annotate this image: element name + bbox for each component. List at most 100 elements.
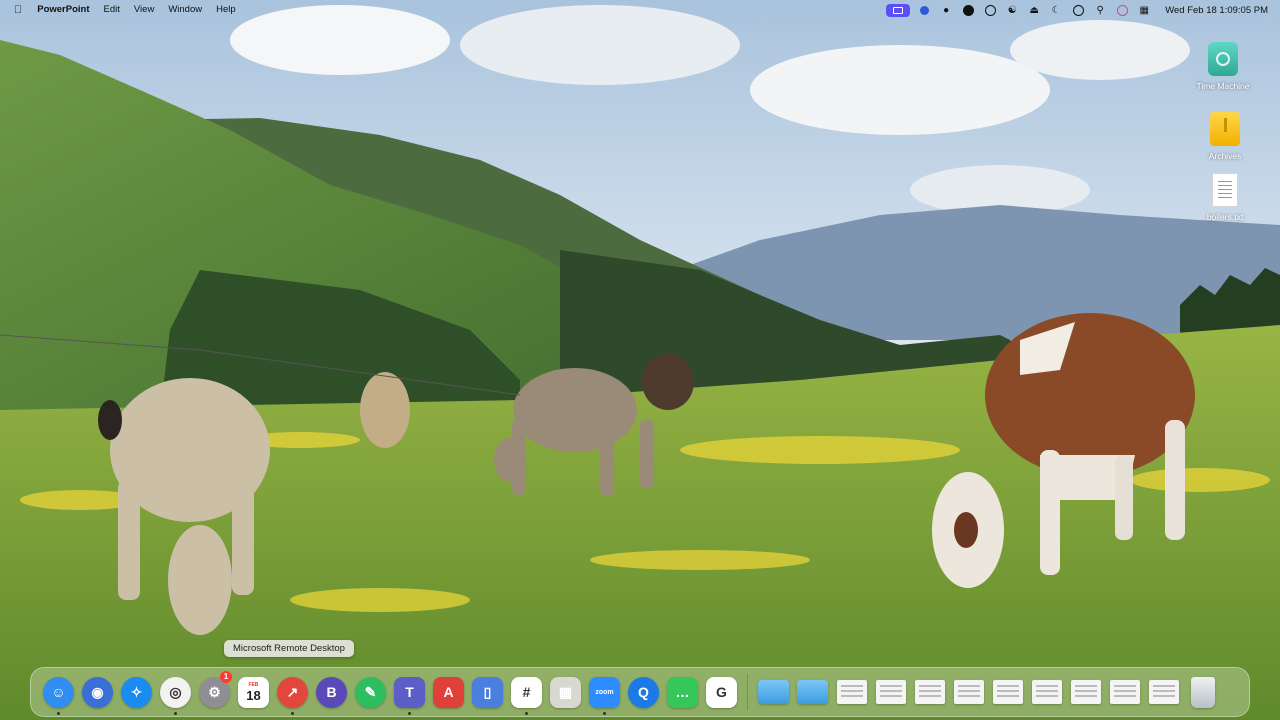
dock-item-document-7[interactable] [1066,670,1105,714]
search-icon[interactable]: ⚲ [1089,0,1111,20]
siri-icon[interactable] [1111,0,1133,20]
dock-item-document-5[interactable] [988,670,1027,714]
dock-item-chrome[interactable]: ◎ [156,670,195,715]
dock-item-document-1[interactable] [832,670,871,714]
quicktime-icon: Q [628,676,659,708]
document-thumb-icon [914,680,945,704]
apple-logo-icon[interactable]:  [12,4,30,16]
desktop-wallpaper [0,0,1280,720]
dock-item-document-2[interactable] [871,670,910,714]
document-thumb-icon [953,680,984,704]
screen-share-icon[interactable] [883,0,913,20]
phone-icon: ▯ [472,676,503,708]
firefox-icon: ◉ [82,676,113,708]
clock-icon[interactable] [979,0,1001,20]
dock-item-zoom[interactable]: zoom [585,670,624,715]
dock-item-document-6[interactable] [1027,670,1066,714]
zoom-icon[interactable] [913,0,935,20]
chrome-icon: ◎ [160,676,191,708]
document-thumb-icon [1070,680,1101,704]
wifi-icon[interactable]: ☯ [1001,0,1023,20]
running-indicator [408,712,411,715]
text-file-icon [1208,171,1242,209]
dock-item-phone[interactable]: ▯ [468,670,507,714]
finder-icon: ☺ [43,676,74,708]
control-center-icon[interactable]: ▦ [1133,0,1155,20]
dock-stacks [754,670,1222,714]
grammarly-icon: G [706,676,737,708]
dock-separator [747,674,748,710]
remote-desktop-icon: ↗ [277,676,308,708]
dock-item-applications[interactable] [754,670,793,714]
calendar-icon: FEB 18 [238,676,269,708]
bbedit-icon: B [316,676,347,708]
slack-icon: # [511,676,542,708]
dock-item-bbedit[interactable]: B [312,670,351,714]
running-indicator [525,712,528,715]
desktop-icon-boilers-txt[interactable]: boilers.txt [1185,171,1265,222]
menu-help[interactable]: Help [209,0,243,20]
teams-icon: T [394,676,425,708]
running-indicator [603,712,606,715]
moon-icon[interactable]: ☾ [1045,0,1067,20]
desktop-icon-archives[interactable]: Archives [1185,110,1265,161]
dock-item-document-4[interactable] [949,670,988,714]
messages-icon: … [667,676,698,708]
dock-item-evernote[interactable]: ✎ [351,670,390,714]
dock-item-safari[interactable]: ✧ [117,670,156,714]
evernote-icon[interactable]: ● [935,0,957,20]
dock-item-document-9[interactable] [1144,670,1183,714]
time-machine-icon [1206,40,1240,78]
document-thumb-icon [992,680,1023,704]
dock-tooltip: Microsoft Remote Desktop [224,640,354,657]
dock-item-firefox[interactable]: ◉ [78,670,117,714]
menu-view[interactable]: View [127,0,161,20]
play-icon[interactable] [1067,0,1089,20]
dock-apps: ☺ ◉ ✧ ◎ ⚙ 1 FEB 18 ↗ B ✎ T A ▯ # ▦ zoom Q… G [39,670,741,715]
document-thumb-icon [1109,680,1140,704]
document-thumb-icon [836,680,867,704]
menubar-clock[interactable]: Wed Feb 18 1:09:05 PM [1155,5,1268,16]
document-thumb-icon [1031,680,1062,704]
dock-item-settings[interactable]: ⚙ 1 [195,670,234,714]
menu-bar:  PowerPoint Edit View Window Help ● ☯ ⏏… [0,0,1280,20]
running-indicator [291,712,294,715]
running-indicator [174,712,177,715]
dock-item-teams[interactable]: T [390,670,429,715]
dock-item-trash[interactable] [1183,670,1222,714]
accessibility-icon[interactable] [957,0,979,20]
desktop-icon-label: boilers.txt [1206,212,1244,222]
zoom-icon: zoom [589,676,620,708]
document-thumb-icon [875,680,906,704]
app-folder-icon [758,680,789,704]
menu-edit[interactable]: Edit [97,0,127,20]
dock: ☺ ◉ ✧ ◎ ⚙ 1 FEB 18 ↗ B ✎ T A ▯ # ▦ zoom Q… G [30,667,1250,717]
menu-app-name[interactable]: PowerPoint [30,0,96,20]
archive-icon [1208,110,1242,148]
dock-item-preview[interactable]: ▦ [546,670,585,714]
dock-item-calendar[interactable]: FEB 18 [234,670,273,714]
trash-icon [1190,676,1215,708]
dock-item-document-3[interactable] [910,670,949,714]
dock-item-quicktime[interactable]: Q [624,670,663,714]
dock-item-messages[interactable]: … [663,670,702,714]
notification-badge: 1 [220,671,232,683]
dock-item-grammarly[interactable]: G [702,670,741,714]
dock-item-downloads[interactable] [793,670,832,714]
desktop-icon-time-machine[interactable]: Time Machine [1183,40,1263,91]
dock-item-acrobat[interactable]: A [429,670,468,714]
dock-item-finder[interactable]: ☺ [39,670,78,715]
acrobat-icon: A [433,676,464,708]
desktop-icon-label: Time Machine [1196,81,1250,91]
running-indicator [57,712,60,715]
desktop-icon-label: Archives [1208,151,1242,161]
eject-icon[interactable]: ⏏ [1023,0,1045,20]
evernote-icon: ✎ [355,676,386,708]
menu-window[interactable]: Window [161,0,209,20]
downloads-folder-icon [797,680,828,704]
preview-icon: ▦ [550,676,581,708]
dock-item-remote-desktop[interactable]: ↗ [273,670,312,715]
dock-item-slack[interactable]: # [507,670,546,715]
safari-icon: ✧ [121,676,152,708]
dock-item-document-8[interactable] [1105,670,1144,714]
